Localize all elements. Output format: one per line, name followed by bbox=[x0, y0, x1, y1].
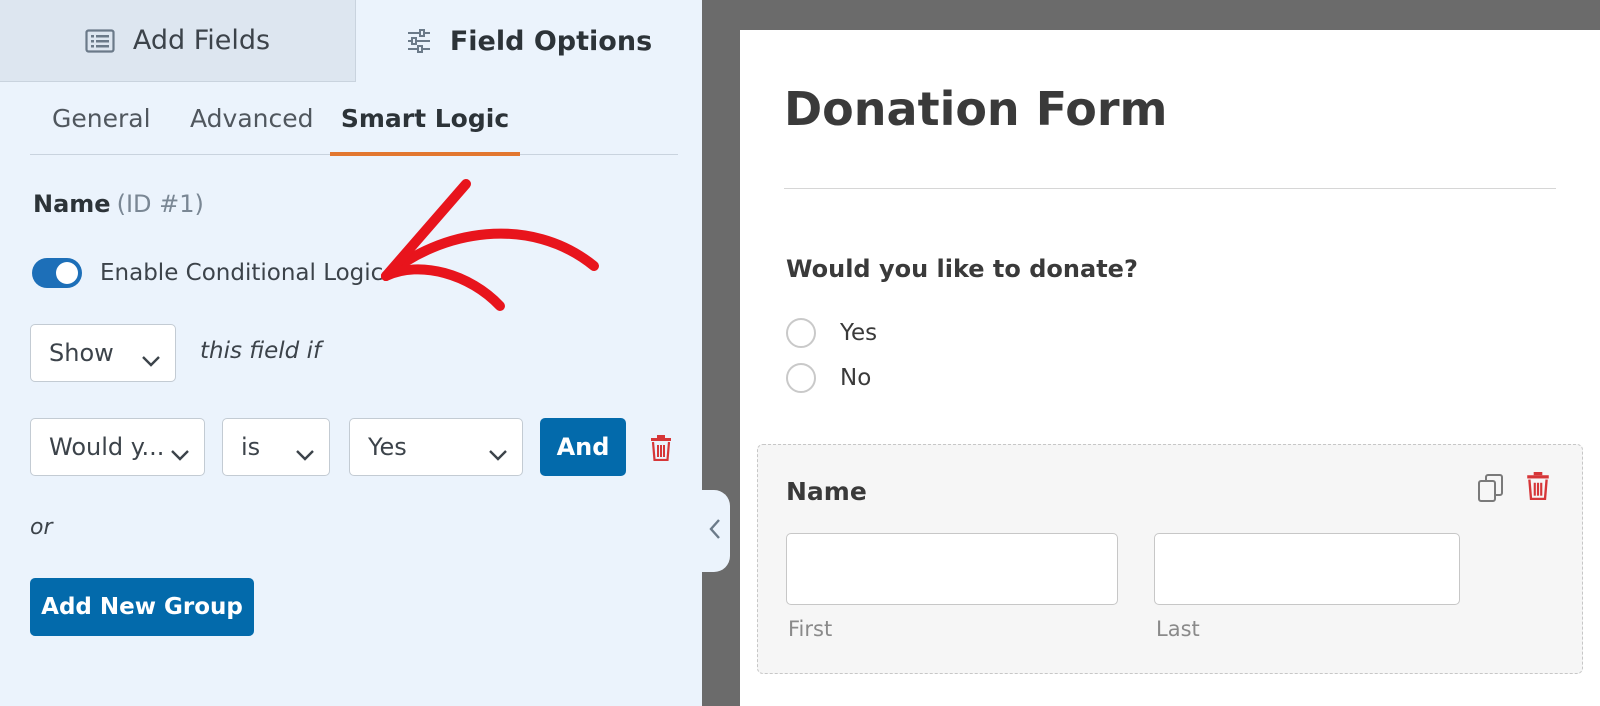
or-label: or bbox=[30, 515, 53, 540]
tab-advanced[interactable]: Advanced bbox=[190, 82, 314, 155]
form-title: Donation Form bbox=[784, 82, 1168, 136]
and-button[interactable]: And bbox=[540, 418, 626, 476]
radio-button[interactable] bbox=[786, 363, 816, 393]
toggle-knob bbox=[56, 262, 78, 284]
trash-icon[interactable] bbox=[1526, 472, 1550, 504]
form-preview: Donation Form Would you like to donate? … bbox=[740, 30, 1600, 706]
first-sublabel: First bbox=[788, 617, 833, 641]
trash-icon[interactable] bbox=[650, 435, 672, 465]
radio-option-yes[interactable]: Yes bbox=[786, 318, 877, 348]
last-name-input[interactable] bbox=[1154, 533, 1460, 605]
sliders-icon bbox=[406, 28, 432, 54]
chevron-left-icon bbox=[709, 518, 721, 544]
field-id: (ID #1) bbox=[116, 190, 204, 218]
rule-field-value: Would y... bbox=[49, 433, 165, 461]
top-tabs: Add Fields Field Options bbox=[0, 0, 702, 82]
conditional-logic-toggle[interactable] bbox=[32, 258, 82, 288]
title-divider bbox=[784, 188, 1556, 189]
radio-label: No bbox=[840, 365, 872, 391]
tab-field-options[interactable]: Field Options bbox=[356, 0, 702, 82]
field-name: Name bbox=[33, 190, 111, 218]
first-name-input[interactable] bbox=[786, 533, 1118, 605]
rule-value-value: Yes bbox=[368, 433, 407, 461]
action-select-value: Show bbox=[49, 339, 114, 367]
chevron-down-icon bbox=[488, 440, 508, 468]
annotation-arrow bbox=[381, 179, 599, 311]
add-new-group-button[interactable]: Add New Group bbox=[30, 578, 254, 636]
duplicate-icon[interactable] bbox=[1476, 473, 1506, 507]
last-sublabel: Last bbox=[1156, 617, 1200, 641]
rule-value-select[interactable]: Yes bbox=[349, 418, 523, 476]
chevron-down-icon bbox=[170, 440, 190, 468]
radio-option-no[interactable]: No bbox=[786, 363, 871, 393]
field-options-panel: Add Fields Field Options General Advance… bbox=[0, 0, 702, 706]
action-select[interactable]: Show bbox=[30, 324, 176, 382]
collapse-panel-button[interactable] bbox=[700, 490, 730, 572]
radio-label: Yes bbox=[840, 320, 878, 346]
form-builder: Add Fields Field Options General Advance… bbox=[0, 0, 1600, 706]
rule-field-select[interactable]: Would y... bbox=[30, 418, 205, 476]
question-label: Would you like to donate? bbox=[786, 255, 1138, 283]
tab-general[interactable]: General bbox=[52, 82, 151, 155]
tab-add-fields[interactable]: Add Fields bbox=[0, 0, 356, 82]
sub-tabs: General Advanced Smart Logic bbox=[30, 82, 678, 156]
chevron-down-icon bbox=[295, 440, 315, 468]
tab-add-fields-label: Add Fields bbox=[132, 25, 271, 56]
radio-button[interactable] bbox=[786, 318, 816, 348]
chevron-down-icon bbox=[141, 346, 161, 374]
name-field-block[interactable]: Name First Last bbox=[757, 444, 1583, 674]
tab-smart-logic[interactable]: Smart Logic bbox=[330, 82, 520, 156]
rule-operator-value: is bbox=[241, 433, 261, 461]
rule-operator-select[interactable]: is bbox=[222, 418, 330, 476]
conditional-logic-label: Enable Conditional Logic bbox=[100, 260, 384, 286]
action-suffix: this field if bbox=[200, 338, 322, 364]
tab-field-options-label: Field Options bbox=[449, 25, 653, 57]
field-heading: Name (ID #1) bbox=[33, 190, 204, 218]
list-icon bbox=[85, 28, 115, 53]
name-field-label: Name bbox=[786, 477, 867, 506]
